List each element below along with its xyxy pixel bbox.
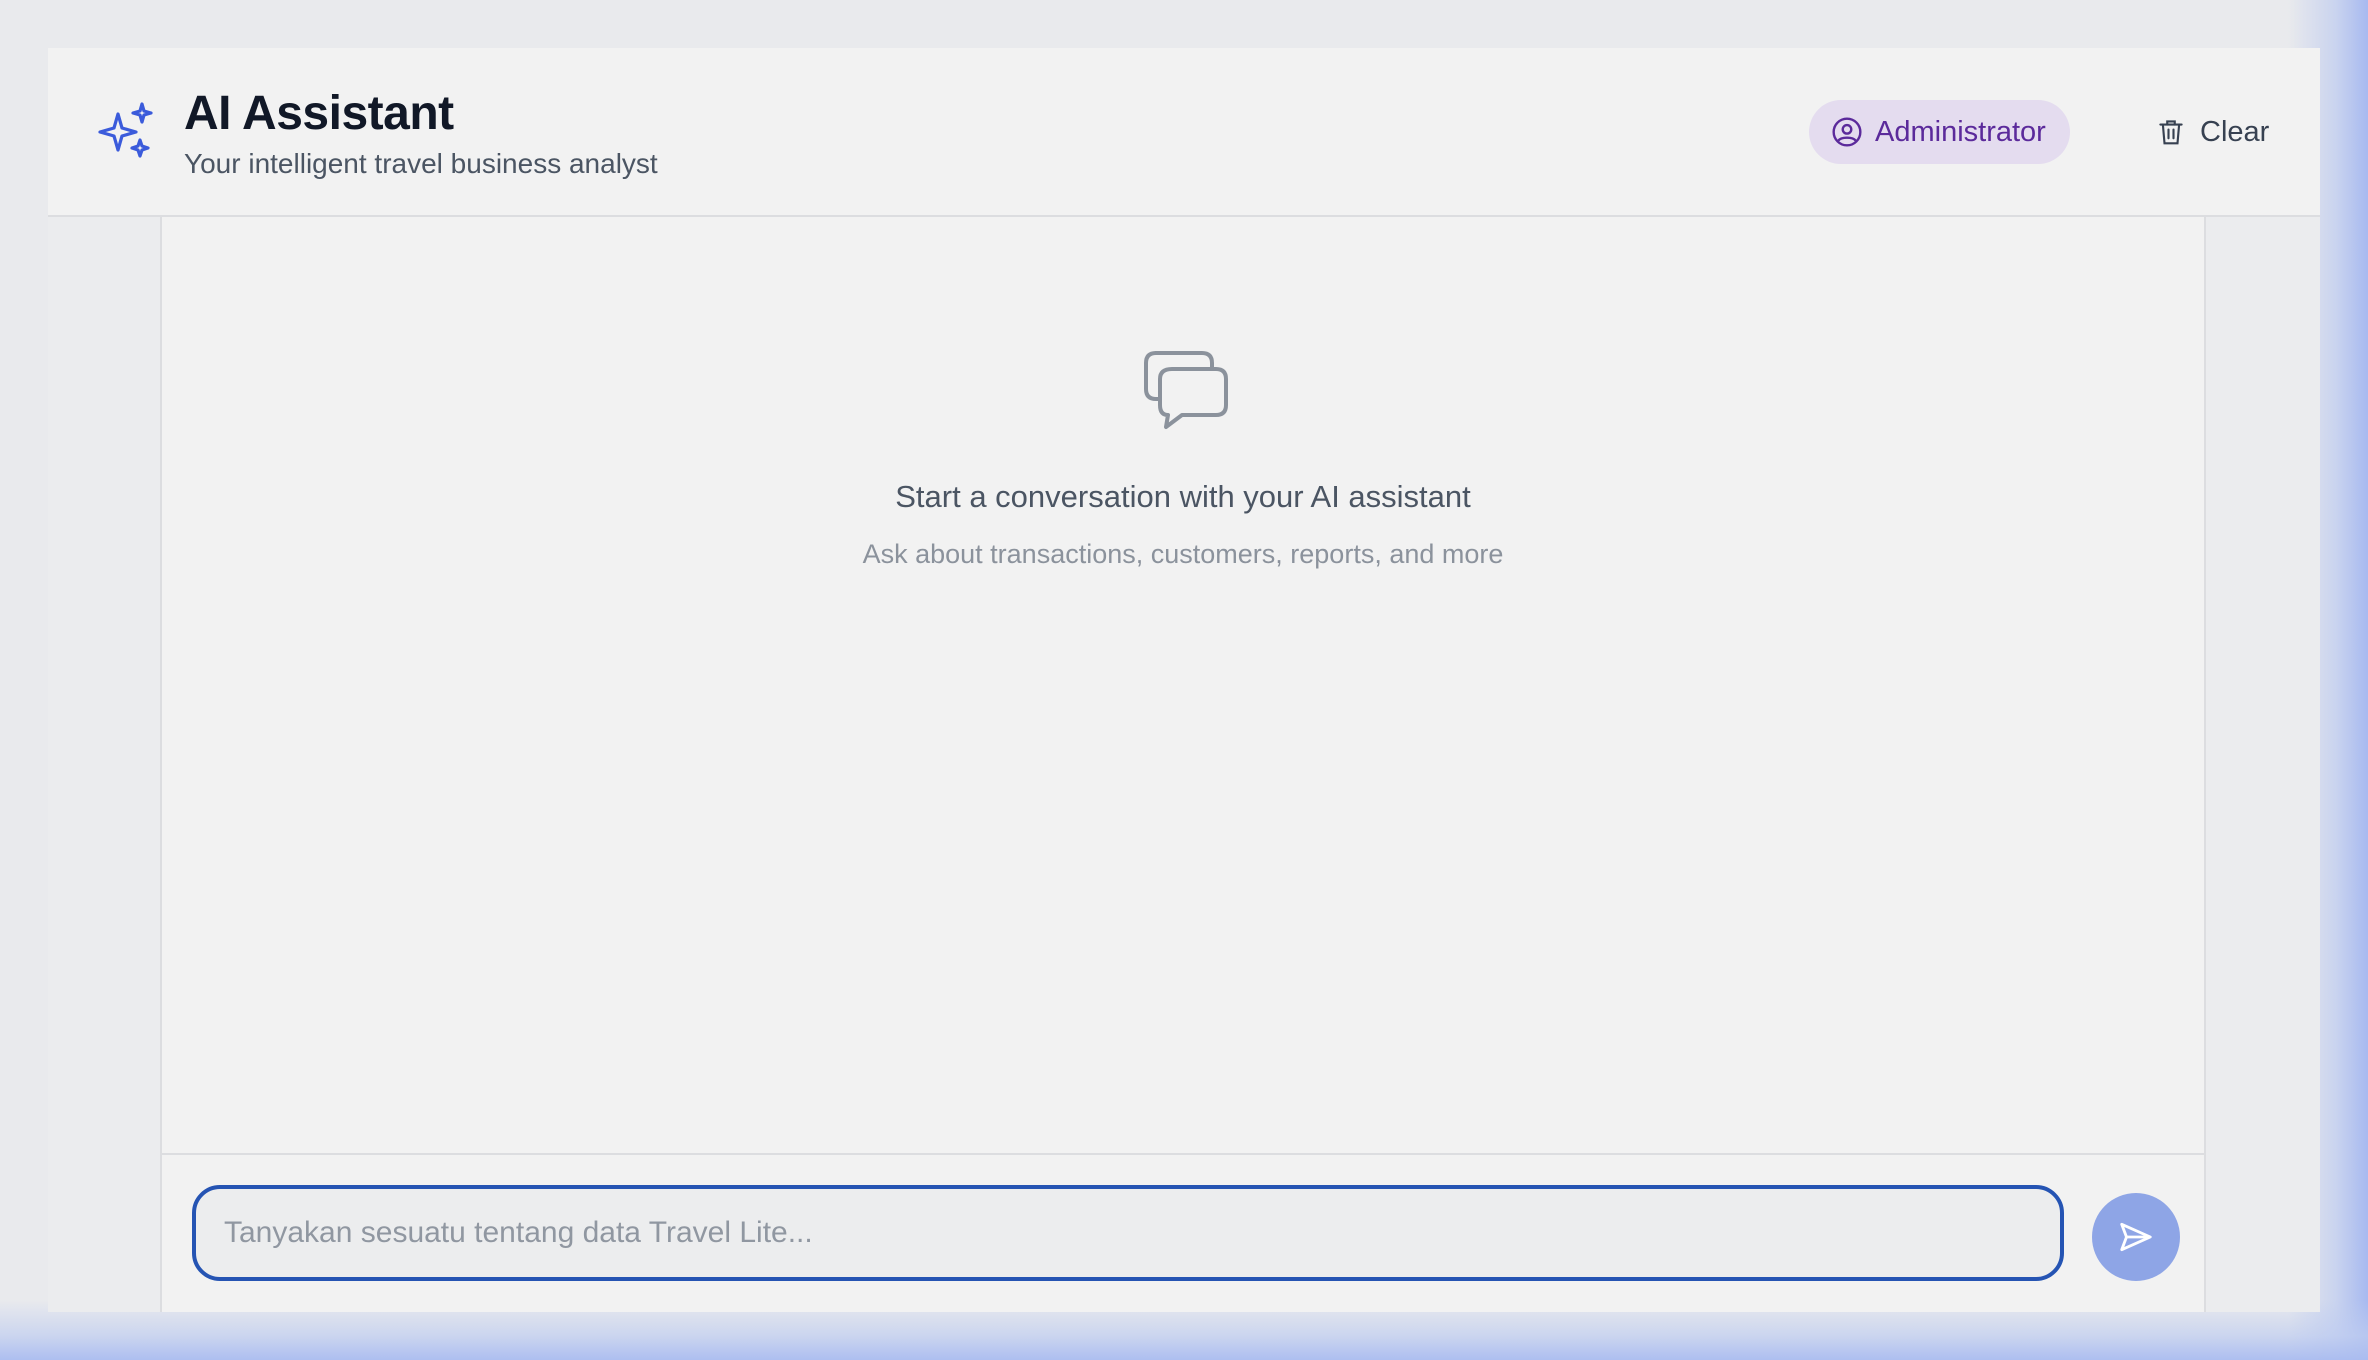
chat-panel: Start a conversation with your AI assist… (160, 217, 2206, 1312)
message-composer (162, 1153, 2204, 1312)
role-badge[interactable]: Administrator (1809, 100, 2070, 164)
empty-state: Start a conversation with your AI assist… (162, 217, 2204, 1153)
trash-icon (2159, 120, 2183, 145)
app-header: AI Assistant Your intelligent travel bus… (48, 48, 2320, 217)
chat-bubbles-icon (1142, 349, 1228, 431)
role-badge-label: Administrator (1875, 115, 2046, 148)
page-title: AI Assistant (184, 87, 454, 140)
clear-button-label: Clear (2200, 115, 2270, 148)
empty-state-subtitle: Ask about transactions, customers, repor… (862, 539, 1504, 569)
send-icon (2120, 1222, 2152, 1252)
app-window: AI Assistant Your intelligent travel bus… (48, 48, 2320, 1312)
clear-button[interactable]: Clear (2136, 100, 2289, 164)
sparkles-icon (98, 102, 156, 160)
page-subtitle: Your intelligent travel business analyst (184, 148, 658, 179)
send-button[interactable] (2092, 1193, 2180, 1281)
empty-state-title: Start a conversation with your AI assist… (895, 479, 1471, 514)
message-input[interactable] (192, 1185, 2064, 1281)
user-circle-icon (1832, 117, 1862, 147)
